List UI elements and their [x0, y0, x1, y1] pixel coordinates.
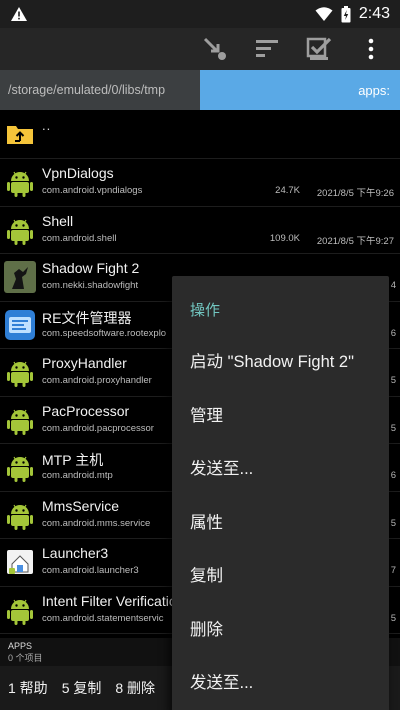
copy-key[interactable]: 5 复制	[62, 678, 102, 698]
item-name: MmsService	[42, 497, 120, 514]
menu-item-copy[interactable]: 复制	[172, 550, 389, 604]
menu-item-send-to-2[interactable]: 发送至...	[172, 657, 389, 710]
context-menu: 操作 启动 "Shadow Fight 2" 管理 发送至... 属性 复制 删…	[172, 276, 389, 710]
re-explorer-icon	[4, 309, 36, 341]
item-package: com.android.vpndialogs	[42, 185, 143, 196]
item-trailing-text: 7	[390, 565, 396, 576]
list-item[interactable]: Shell com.android.shell 109.0K 2021/8/5 下午9…	[0, 206, 400, 254]
item-name: MTP 主机	[42, 452, 104, 468]
more-vert-icon[interactable]	[356, 34, 386, 64]
item-package: com.android.mms.service	[42, 517, 151, 529]
context-menu-header: 操作	[190, 302, 221, 319]
item-package: com.android.launcher3	[42, 565, 139, 576]
android-icon	[4, 499, 36, 531]
item-name: Intent Filter Verificatio	[42, 592, 177, 609]
item-name: Shell	[42, 212, 74, 229]
android-icon	[4, 214, 36, 246]
item-package: com.android.statementservic	[42, 612, 164, 624]
item-name: RE文件管理器	[42, 309, 132, 326]
item-name: ProxyHandler	[42, 355, 127, 371]
item-name: Shadow Fight 2	[42, 260, 140, 276]
item-package: com.speedsoftware.rootexplo	[42, 327, 167, 339]
item-name: VpnDialogs	[42, 165, 114, 181]
folder-up-icon	[4, 117, 36, 149]
item-trailing-text: 5	[390, 612, 396, 624]
delete-key[interactable]: 8 删除	[115, 678, 155, 698]
item-trailing-text: 5	[390, 375, 396, 386]
status-bar: 2:43	[0, 0, 400, 28]
apps-tab[interactable]: apps:	[200, 70, 400, 110]
toolbar	[0, 28, 400, 70]
current-path[interactable]: /storage/emulated/0/libs/tmp	[0, 70, 200, 110]
android-icon	[4, 356, 36, 388]
pointer-sort-icon[interactable]	[200, 34, 230, 64]
item-package: com.nekki.shadowfight	[42, 280, 139, 291]
filter-list-icon[interactable]	[252, 34, 282, 64]
status-time: 2:43	[358, 5, 390, 22]
item-size: 24.7K	[275, 185, 300, 196]
select-check-icon[interactable]	[304, 34, 334, 64]
menu-item-delete[interactable]: 删除	[172, 604, 389, 658]
item-trailing-text: 5	[390, 517, 396, 529]
battery-icon	[341, 5, 351, 23]
android-icon	[4, 404, 36, 436]
menu-item-manage[interactable]: 管理	[172, 390, 389, 444]
item-trailing-text: 6	[390, 470, 396, 481]
item-name: Launcher3	[42, 545, 109, 561]
android-icon	[4, 166, 36, 198]
android-icon	[4, 451, 36, 483]
item-package: com.android.pacprocessor	[42, 422, 154, 434]
list-item[interactable]: VpnDialogs com.android.vpndialogs 24.7K 202…	[0, 159, 400, 207]
help-key[interactable]: 1 帮助	[8, 678, 48, 698]
item-name: PacProcessor	[42, 402, 130, 419]
launcher-icon	[4, 546, 36, 578]
parent-folder-label: ..	[42, 118, 52, 133]
item-package: com.android.proxyhandler	[42, 375, 152, 386]
menu-item-properties[interactable]: 属性	[172, 497, 389, 551]
item-trailing-text: 4	[390, 280, 396, 291]
item-date: 2021/8/5 下午9:27	[316, 235, 394, 247]
wifi-icon	[315, 6, 333, 22]
item-date: 2021/8/5 下午9:26	[316, 188, 394, 199]
menu-item-launch[interactable]: 启动 "Shadow Fight 2"	[172, 336, 389, 390]
parent-folder-row[interactable]: ..	[0, 110, 400, 159]
item-package: com.android.mtp	[42, 470, 113, 481]
shadow-fight-icon	[4, 261, 36, 293]
menu-item-send-to[interactable]: 发送至...	[172, 443, 389, 497]
item-trailing-text: 5	[390, 422, 396, 434]
android-icon	[4, 594, 36, 626]
item-package: com.android.shell	[42, 232, 117, 244]
item-size: 109.0K	[269, 232, 300, 244]
path-bar: /storage/emulated/0/libs/tmp apps:	[0, 70, 400, 110]
warning-icon	[10, 6, 28, 22]
item-trailing-text: 6	[390, 327, 396, 339]
